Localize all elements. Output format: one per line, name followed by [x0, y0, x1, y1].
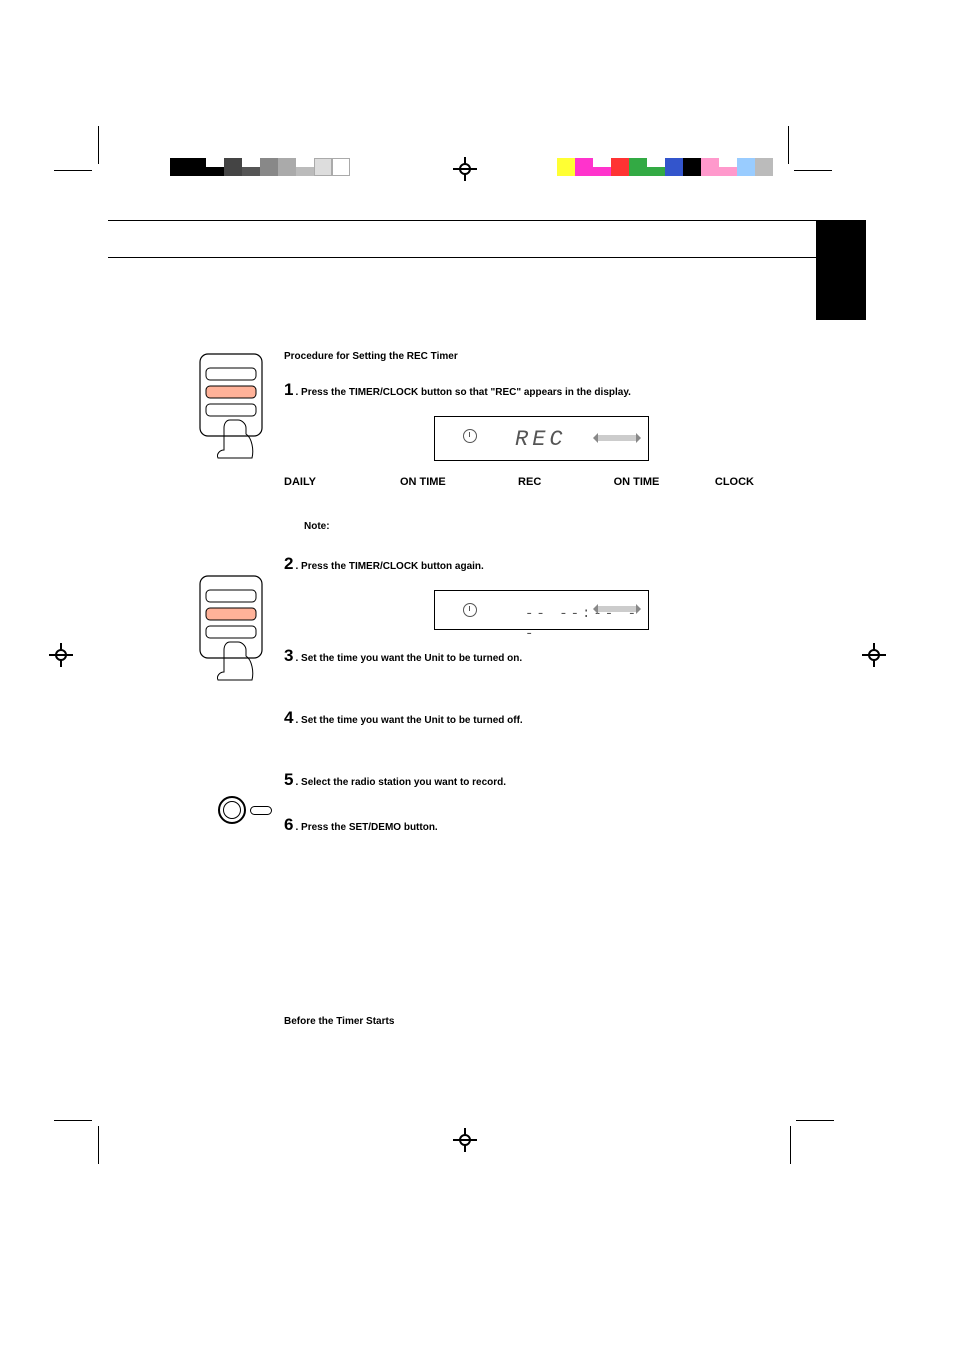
step-text: Press the SET/DEMO button. — [301, 822, 438, 833]
display-text: REC — [515, 425, 567, 456]
step-3: 3. Set the time you want the Unit to be … — [284, 644, 824, 668]
set-demo-button-icon — [218, 796, 268, 824]
registration-mark-icon — [49, 643, 73, 667]
progress-bar-icon — [598, 606, 636, 612]
step-4: 4. Set the time you want the Unit to be … — [284, 706, 824, 730]
label-clock: CLOCK — [690, 475, 754, 490]
step-text: Select the radio station you want to rec… — [301, 777, 506, 788]
section-tab — [816, 220, 866, 320]
lcd-display-dash: -- --:-- -- — [434, 590, 649, 630]
step-text: Set the time you want the Unit to be tur… — [301, 653, 522, 664]
before-timer-heading: Before the Timer Starts — [284, 1015, 824, 1029]
press-button-hand-icon — [196, 350, 266, 460]
crop-mark — [790, 1126, 791, 1164]
timer-mode-labels: DAILY ON TIME REC ON TIME CLOCK — [284, 475, 754, 490]
step-2: 2. Press the TIMER/CLOCK button again. — [284, 552, 824, 576]
step-number: 2 — [284, 552, 293, 576]
color-calibration-bar — [557, 158, 773, 176]
step-number: 1 — [284, 378, 293, 402]
step-number: 6 — [284, 813, 293, 837]
crop-mark — [794, 170, 832, 171]
label-on-time: ON TIME — [369, 475, 476, 490]
step-text: Press the TIMER/CLOCK button again. — [301, 561, 484, 572]
instruction-content: Procedure for Setting the REC Timer 1. P… — [284, 350, 824, 1029]
note-label: Note: — [304, 520, 824, 534]
grayscale-calibration-bar — [170, 158, 350, 176]
crop-mark — [98, 1126, 99, 1164]
step-text: Press the TIMER/CLOCK button so that "RE… — [301, 387, 631, 398]
step-number: 5 — [284, 768, 293, 792]
press-button-hand-icon — [196, 572, 266, 682]
label-daily: DAILY — [284, 475, 369, 490]
crop-mark — [54, 170, 92, 171]
page-header-rule — [108, 190, 852, 298]
step-text: Set the time you want the Unit to be tur… — [301, 715, 523, 726]
registration-mark-icon — [453, 157, 477, 181]
step-5: 5. Select the radio station you want to … — [284, 768, 824, 792]
clock-icon — [463, 603, 477, 617]
lcd-display-rec: REC — [434, 416, 649, 461]
step-number: 4 — [284, 706, 293, 730]
label-rec: REC — [476, 475, 583, 490]
label-on-time: ON TIME — [583, 475, 690, 490]
section-heading: Procedure for Setting the REC Timer — [284, 350, 824, 364]
progress-bar-icon — [598, 435, 636, 441]
clock-icon — [463, 429, 477, 443]
registration-mark-icon — [862, 643, 886, 667]
registration-mark-icon — [453, 1128, 477, 1152]
step-number: 3 — [284, 644, 293, 668]
crop-mark — [54, 1120, 92, 1121]
crop-mark — [98, 126, 99, 164]
step-1: 1. Press the TIMER/CLOCK button so that … — [284, 378, 824, 402]
crop-mark — [788, 126, 789, 164]
crop-mark — [796, 1120, 834, 1121]
step-6: 6. Press the SET/DEMO button. — [284, 813, 824, 837]
